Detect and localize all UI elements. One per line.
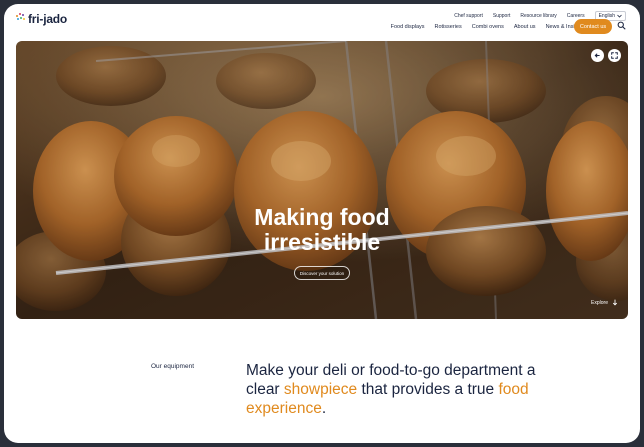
back-button[interactable]: [591, 49, 604, 62]
logo-mark-icon: [16, 13, 26, 25]
contact-us-button[interactable]: Contact us: [574, 19, 612, 34]
hero-title: Making food irresistible: [16, 205, 628, 255]
explore-link[interactable]: Explore: [591, 299, 618, 306]
utility-link-chef-support[interactable]: Chef support: [454, 13, 483, 19]
search-icon[interactable]: [617, 21, 626, 30]
hero-title-line-2: irresistible: [263, 229, 381, 255]
headline-highlight-showpiece: showpiece: [283, 381, 358, 398]
headline-text-3: .: [321, 400, 327, 417]
hero-banner: Making food irresistible Discover your s…: [16, 41, 628, 319]
logo-text: fri-jado: [28, 12, 68, 26]
explore-label: Explore: [591, 299, 608, 306]
arrow-down-icon: [612, 299, 618, 306]
nav-rotisseries[interactable]: Rotisseries: [435, 24, 462, 30]
main-nav: Food displays Rotisseries Combi ovens Ab…: [391, 24, 585, 30]
browser-frame: fri-jado Chef support Support Resource l…: [4, 4, 640, 443]
headline-text-2: that provides a true: [357, 381, 499, 398]
nav-combi-ovens[interactable]: Combi ovens: [472, 24, 504, 30]
utility-link-resource-library[interactable]: Resource library: [520, 13, 556, 19]
utility-link-support[interactable]: Support: [493, 13, 511, 19]
discover-solution-button[interactable]: Discover your solution: [294, 266, 350, 280]
fullscreen-button[interactable]: [608, 49, 621, 62]
section-label: Our equipment: [151, 363, 194, 370]
nav-about-us[interactable]: About us: [514, 24, 536, 30]
nav-food-displays[interactable]: Food displays: [391, 24, 425, 30]
chevron-down-icon: [617, 14, 622, 18]
section-headline: Make your deli or food-to-go department …: [246, 361, 546, 418]
logo[interactable]: fri-jado: [16, 12, 67, 26]
hero-title-line-1: Making food: [254, 204, 390, 230]
arrow-left-icon: [594, 53, 600, 58]
fullscreen-icon: [611, 52, 618, 59]
